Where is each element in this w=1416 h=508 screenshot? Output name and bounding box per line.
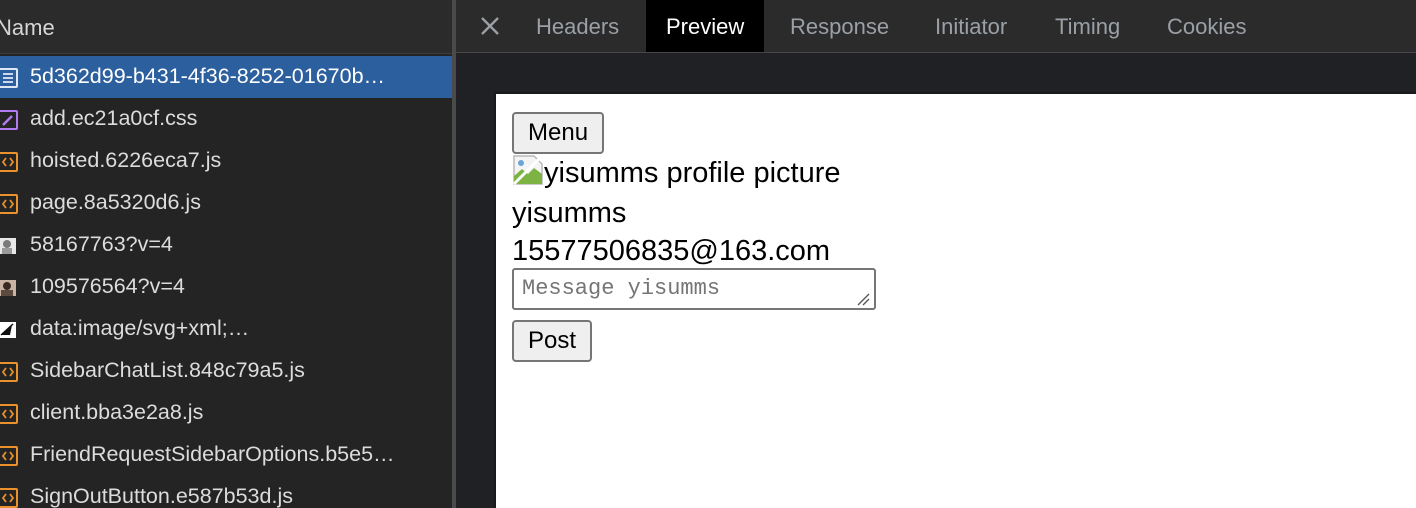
profile-picture: yisumms profile picture — [512, 154, 841, 192]
tab-headers[interactable]: Headers — [536, 0, 619, 52]
tab-response[interactable]: Response — [790, 0, 889, 52]
script-icon — [0, 194, 18, 214]
request-name: data:image/svg+xml;… — [30, 316, 250, 340]
details-tabbar: Headers Preview Response Initiator Timin… — [456, 0, 1416, 53]
user-email: 15577506835@163.com — [512, 235, 831, 267]
tab-timing[interactable]: Timing — [1055, 0, 1120, 52]
request-name: FriendRequestSidebarOptions.b5e5… — [30, 442, 395, 466]
request-name: 109576564?v=4 — [30, 274, 185, 298]
request-list-panel: Name 5d362d99-b431-4f36-8252-01670b… add… — [0, 0, 452, 508]
resize-grip-icon[interactable] — [854, 290, 870, 306]
request-row[interactable]: page.8a5320d6.js — [0, 182, 452, 224]
svg-image-icon — [0, 320, 18, 340]
tab-initiator[interactable]: Initiator — [935, 0, 1007, 52]
name-column-header[interactable]: Name — [0, 0, 452, 54]
stylesheet-icon — [0, 110, 18, 130]
tab-preview[interactable]: Preview — [646, 0, 765, 52]
script-icon — [0, 446, 18, 466]
preview-frame: Menu yisumms profile picture yisumms 155… — [494, 92, 1416, 508]
document-icon — [0, 68, 18, 88]
request-row[interactable]: client.bba3e2a8.js — [0, 392, 452, 434]
message-input[interactable] — [512, 268, 876, 310]
script-icon — [0, 362, 18, 382]
request-row[interactable]: 58167763?v=4 — [0, 224, 452, 266]
menu-button[interactable]: Menu — [512, 112, 605, 154]
post-button[interactable]: Post — [512, 320, 593, 362]
request-name: client.bba3e2a8.js — [30, 400, 204, 424]
image-thumbnail-icon — [0, 278, 18, 298]
request-name: page.8a5320d6.js — [30, 190, 201, 214]
request-row[interactable]: SignOutButton.e587b53d.js — [0, 476, 452, 508]
request-name: add.ec21a0cf.css — [30, 106, 198, 130]
request-name: SignOutButton.e587b53d.js — [30, 484, 293, 508]
request-details-panel: Headers Preview Response Initiator Timin… — [456, 0, 1416, 508]
request-name: SidebarChatList.848c79a5.js — [30, 358, 305, 382]
image-thumbnail-icon — [0, 236, 18, 256]
request-name: 5d362d99-b431-4f36-8252-01670b… — [30, 64, 386, 88]
request-row[interactable]: 109576564?v=4 — [0, 266, 452, 308]
request-row[interactable]: 5d362d99-b431-4f36-8252-01670b… — [0, 56, 452, 98]
request-row[interactable]: hoisted.6226eca7.js — [0, 140, 452, 182]
request-row[interactable]: data:image/svg+xml;… — [0, 308, 452, 350]
script-icon — [0, 404, 18, 424]
script-icon — [0, 152, 18, 172]
username: yisumms — [512, 197, 627, 229]
request-list: 5d362d99-b431-4f36-8252-01670b… add.ec21… — [0, 56, 452, 508]
request-name: hoisted.6226eca7.js — [30, 148, 222, 172]
request-row[interactable]: FriendRequestSidebarOptions.b5e5… — [0, 434, 452, 476]
tab-cookies[interactable]: Cookies — [1167, 0, 1246, 52]
script-icon — [0, 488, 18, 508]
broken-image-icon — [512, 154, 544, 186]
request-name: 58167763?v=4 — [30, 232, 173, 256]
close-icon[interactable] — [474, 10, 506, 42]
request-row[interactable]: SidebarChatList.848c79a5.js — [0, 350, 452, 392]
name-column-label: Name — [0, 15, 55, 40]
devtools-network-panel: Name 5d362d99-b431-4f36-8252-01670b… add… — [0, 0, 1416, 508]
request-row[interactable]: add.ec21a0cf.css — [0, 98, 452, 140]
profile-picture-alt-text: yisumms profile picture — [544, 157, 841, 189]
